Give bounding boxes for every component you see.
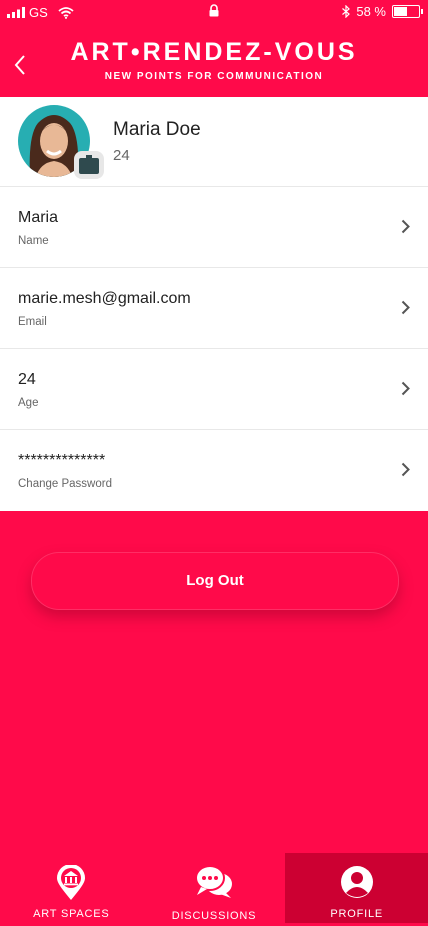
tab-profile-label: PROFILE (330, 908, 384, 920)
logout-button[interactable]: Log Out (31, 552, 399, 610)
profile-summary: Maria Doe 24 (0, 97, 428, 187)
app-title: ART•RENDEZ-VOUS (70, 38, 358, 66)
chevron-right-icon (401, 219, 410, 234)
chat-bubbles-icon (195, 865, 232, 898)
tab-profile[interactable]: PROFILE (285, 853, 428, 926)
age-value: 24 (18, 371, 36, 388)
battery-level (394, 7, 407, 16)
map-pin-museum-icon (57, 865, 86, 900)
wifi-icon (58, 6, 74, 19)
profile-name: Maria Doe (113, 119, 201, 140)
chevron-right-icon (401, 300, 410, 315)
age-field-row[interactable]: 24 Age (0, 349, 428, 430)
user-icon (340, 866, 373, 898)
email-value: marie.mesh@gmail.com (18, 290, 191, 307)
chevron-right-icon (401, 381, 410, 396)
name-value: Maria (18, 209, 59, 226)
name-field-row[interactable]: Maria Name (0, 187, 428, 268)
email-field-row[interactable]: marie.mesh@gmail.com Email (0, 268, 428, 349)
password-field-row[interactable]: ************** Change Password (0, 430, 428, 510)
app-subtitle: NEW POINTS FOR COMMUNICATION (104, 71, 324, 82)
password-value: ************** (18, 452, 106, 469)
email-label: Email (18, 316, 47, 328)
bottom-tab-bar: ART SPACES DISCUSSIONS PROFILE (0, 853, 428, 926)
chevron-right-icon (401, 462, 410, 477)
signal-icon (7, 7, 25, 18)
battery-icon (392, 5, 423, 18)
lock-icon (209, 4, 219, 17)
password-label: Change Password (18, 478, 112, 490)
profile-card: Maria Doe 24 Maria Name marie.mesh@gmail… (0, 97, 428, 511)
name-label: Name (18, 235, 49, 247)
tab-discussions-label: DISCUSSIONS (171, 910, 257, 922)
profile-age: 24 (113, 147, 130, 164)
tab-discussions[interactable]: DISCUSSIONS (142, 853, 286, 926)
status-bar: GS 58 % (0, 0, 428, 26)
camera-icon (79, 155, 99, 174)
app-header: ART•RENDEZ-VOUS NEW POINTS FOR COMMUNICA… (0, 26, 428, 97)
bluetooth-icon (342, 5, 351, 18)
age-label: Age (18, 397, 39, 409)
change-photo-button[interactable] (74, 151, 104, 179)
battery-percent: 58 % (356, 4, 386, 19)
tab-art-spaces[interactable]: ART SPACES (0, 853, 143, 926)
carrier-label: GS (29, 5, 48, 20)
tab-art-spaces-label: ART SPACES (33, 908, 110, 920)
